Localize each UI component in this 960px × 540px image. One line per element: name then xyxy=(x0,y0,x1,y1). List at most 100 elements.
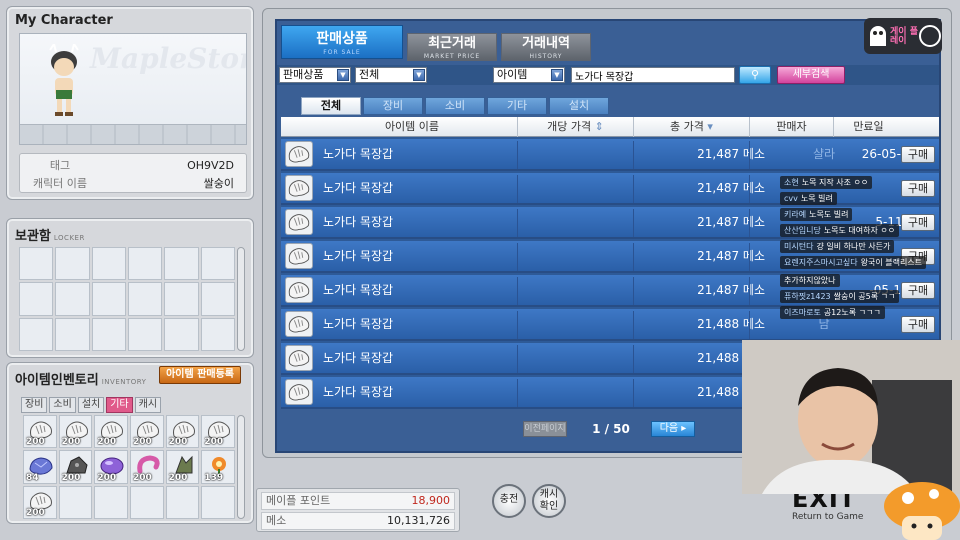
item-sell-register-button[interactable]: 아이템 판매등록 xyxy=(159,366,241,384)
inventory-slot[interactable] xyxy=(201,485,235,519)
search-input[interactable] xyxy=(571,67,735,83)
inventory-slot[interactable]: 200 xyxy=(94,415,128,449)
scope-select[interactable]: 전체 ▼ xyxy=(355,67,427,83)
next-page-button[interactable]: 다음 ▸ xyxy=(651,421,695,437)
tab-market-price[interactable]: 최근거래 MARKET PRICE xyxy=(407,33,497,61)
locker-slot[interactable] xyxy=(91,247,126,281)
category-tab[interactable]: 설치 xyxy=(549,97,609,115)
locker-slot[interactable] xyxy=(55,247,90,281)
inventory-tab[interactable]: 장비 xyxy=(21,397,48,413)
field-select[interactable]: 아이템 ▼ xyxy=(493,67,565,83)
locker-slot[interactable] xyxy=(55,317,90,351)
locker-slot[interactable] xyxy=(19,317,54,351)
tab-for-sale[interactable]: 판매상품 FOR SALE xyxy=(281,25,403,59)
inventory-slot[interactable]: 200 xyxy=(58,415,93,449)
buy-button[interactable]: 구매 xyxy=(901,146,935,163)
inventory-slot[interactable]: 200 xyxy=(130,450,164,484)
my-character-title: My Character xyxy=(15,13,113,28)
inventory-tabs: 장비 소비 설치 기타 캐시 xyxy=(21,397,162,413)
advanced-search-button[interactable]: 세부검색 xyxy=(777,66,845,84)
tab-for-sale-sub: FOR SALE xyxy=(323,49,361,56)
locker-slot[interactable] xyxy=(19,247,54,281)
column-divider xyxy=(517,209,518,237)
locker-slot[interactable] xyxy=(200,282,235,316)
search-button[interactable]: ⚲ xyxy=(739,66,771,84)
page-indicator: 1 / 50 xyxy=(592,422,630,436)
col-seller[interactable]: 판매자 xyxy=(749,117,833,137)
inventory-slot[interactable] xyxy=(165,485,200,519)
item-quantity: 200 xyxy=(61,437,81,448)
col-item-name[interactable]: 아이템 이름 xyxy=(317,117,507,137)
category-tab[interactable]: 전체 xyxy=(301,97,361,115)
prev-page-button[interactable]: 이전페이지 xyxy=(523,421,567,437)
category-select[interactable]: 판매상품 ▼ xyxy=(279,67,351,83)
inventory-slot[interactable]: 84 xyxy=(23,450,57,484)
inventory-tab[interactable]: 캐시 xyxy=(134,397,162,413)
buy-button[interactable]: 구매 xyxy=(901,214,935,231)
item-quantity: 200 xyxy=(168,437,188,448)
charge-button[interactable]: 충전 xyxy=(492,484,526,518)
locker-slot[interactable] xyxy=(164,282,199,316)
item-quantity: 200 xyxy=(26,437,45,448)
buy-button[interactable]: 구매 xyxy=(901,316,935,333)
inventory-slot[interactable] xyxy=(130,485,164,519)
locker-slot[interactable] xyxy=(164,317,199,351)
category-tab[interactable]: 소비 xyxy=(425,97,485,115)
table-header: 아이템 이름 개당 가격 ⇕ 총 가격 ▾ 판매자 만료일 xyxy=(281,117,939,137)
chat-message: 미시턴다 걍 일비 하나만 사든가 xyxy=(780,240,895,253)
locker-slot[interactable] xyxy=(55,282,90,316)
locker-slot[interactable] xyxy=(91,317,126,351)
inventory-slot[interactable]: 200 xyxy=(23,485,57,519)
character-name-label: 캐릭터 이름 xyxy=(32,177,88,190)
locker-scrollbar[interactable] xyxy=(237,247,245,351)
locker-title-text: 보관함 xyxy=(15,229,51,244)
inventory-slot[interactable]: 200 xyxy=(165,415,200,449)
inventory-tab[interactable]: 설치 xyxy=(77,397,105,413)
inventory-title: 아이템인벤토리 INVENTORY xyxy=(15,369,146,388)
chevron-down-icon: ▼ xyxy=(551,69,563,81)
item-name: 노가다 목장갑 xyxy=(323,283,394,297)
col-unit-price[interactable]: 개당 가격 ⇕ xyxy=(517,117,633,137)
inventory-slot[interactable] xyxy=(94,485,128,519)
character-name-value: 쌀숭이 xyxy=(203,177,234,190)
locker-slot[interactable] xyxy=(127,282,163,316)
locker-slot[interactable] xyxy=(91,282,126,316)
inventory-slot[interactable]: 200 xyxy=(165,450,200,484)
meso-row: 메소 10,131,726 xyxy=(261,512,455,530)
stream-logo-text: 게이 플레이 xyxy=(890,27,918,46)
inventory-slot[interactable]: 200 xyxy=(23,415,57,449)
chat-nick: 미시턴다 xyxy=(784,242,814,251)
locker-slot[interactable] xyxy=(200,317,235,351)
inventory-slot[interactable]: 200 xyxy=(201,415,235,449)
locker-slot[interactable] xyxy=(127,247,163,281)
cash-check-button[interactable]: 캐시 확인 xyxy=(532,484,566,518)
buy-button[interactable]: 구매 xyxy=(901,282,935,299)
locker-slot[interactable] xyxy=(164,247,199,281)
inventory-slot[interactable]: 200 xyxy=(58,450,93,484)
chevron-down-icon: ▼ xyxy=(413,69,425,81)
inventory-slot[interactable]: 200 xyxy=(94,450,128,484)
table-row[interactable]: 노가다 목장갑 21,487 메소 샬라 26-05-11 구매 xyxy=(281,139,939,171)
inventory-slot[interactable] xyxy=(58,485,93,519)
inventory-slot[interactable]: 200 xyxy=(130,415,164,449)
inventory-tab[interactable]: 기타 xyxy=(106,397,133,413)
tab-history[interactable]: 거래내역 HISTORY xyxy=(501,33,591,61)
chat-message: 요렌지주스마시고싶다 왕국이 블랙리스트 xyxy=(780,256,927,269)
buy-button[interactable]: 구매 xyxy=(901,180,935,197)
locker-slot[interactable] xyxy=(19,282,54,316)
category-tab[interactable]: 기타 xyxy=(487,97,547,115)
locker-slot[interactable] xyxy=(200,247,235,281)
column-divider xyxy=(517,345,518,373)
column-divider xyxy=(517,141,518,169)
item-quantity: 200 xyxy=(168,472,188,483)
chevron-down-icon: ▼ xyxy=(337,69,349,81)
col-total-price[interactable]: 총 가격 ▾ xyxy=(633,117,749,137)
inventory-slot[interactable]: 139 xyxy=(201,450,235,484)
inventory-tab[interactable]: 소비 xyxy=(49,397,76,413)
meso-value: 10,131,726 xyxy=(387,514,450,527)
inventory-scrollbar[interactable] xyxy=(237,415,245,519)
locker-slot[interactable] xyxy=(127,317,163,351)
column-divider xyxy=(633,243,634,271)
category-tab[interactable]: 장비 xyxy=(363,97,423,115)
col-expiry[interactable]: 만료일 xyxy=(833,117,903,137)
